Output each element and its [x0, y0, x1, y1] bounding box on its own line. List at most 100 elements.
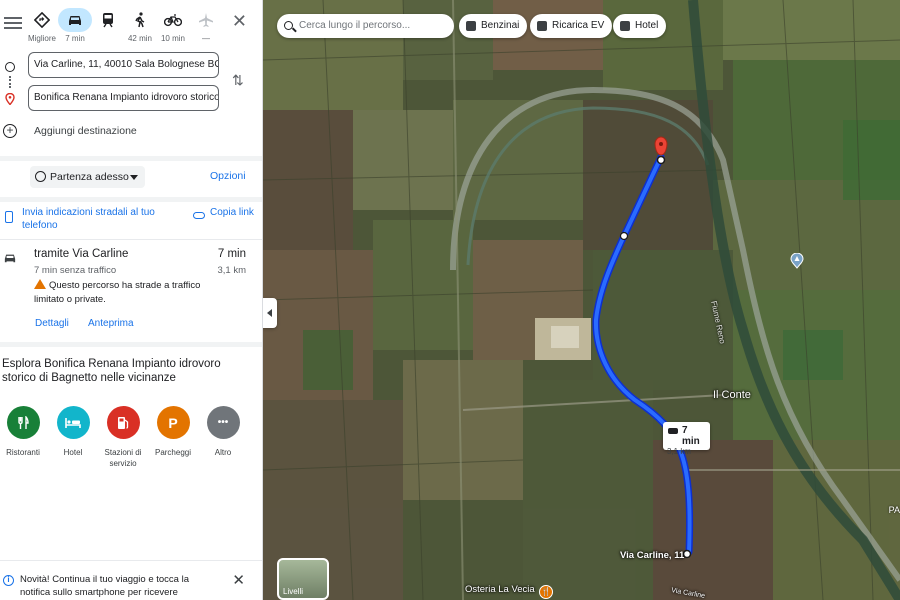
route-dots-icon	[9, 76, 11, 88]
category-gas[interactable]: Stazioni di servizio	[98, 406, 148, 469]
category-parking[interactable]: P Parcheggi	[148, 406, 198, 458]
link-icon	[193, 212, 205, 219]
info-icon: i	[3, 575, 14, 586]
destination-pin-icon	[5, 92, 15, 106]
car-icon	[3, 251, 17, 269]
preview-link[interactable]: Anteprima	[88, 318, 134, 329]
chip-gas[interactable]: Benzinai	[459, 14, 528, 38]
notification-text: Novità! Continua il tuo viaggio e tocca …	[20, 574, 189, 598]
category-label: Ristoranti	[6, 448, 40, 457]
ev-charging-icon	[537, 21, 547, 31]
mode-flight[interactable]: —	[189, 8, 223, 48]
category-more[interactable]: ••• Altro	[198, 406, 248, 458]
add-destination-button[interactable]: + Aggiungi destinazione	[3, 124, 243, 140]
depart-label: Partenza adesso	[50, 171, 129, 183]
place-label-il-conte: Il Conte	[713, 389, 751, 401]
travel-mode-bar: Migliore 7 min 42 min 10 min — ✕	[0, 8, 262, 50]
restaurant-poi-icon[interactable]: 🍴	[539, 585, 553, 599]
chip-label: Ricarica EV	[552, 20, 605, 31]
flight-icon	[191, 8, 221, 32]
category-hotel[interactable]: Hotel	[48, 406, 98, 458]
divider	[0, 239, 262, 240]
details-link[interactable]: Dettagli	[35, 318, 69, 329]
map-view[interactable]: Cerca lungo il percorso... Benzinai Rica…	[263, 0, 900, 600]
route-option[interactable]: tramite Via Carline 7 min 7 min senza tr…	[0, 247, 262, 337]
diamond-route-icon	[27, 8, 57, 32]
send-to-phone-link[interactable]: Invia indicazioni stradali al tuo telefo…	[22, 206, 172, 232]
bubble-time: 7 min	[667, 425, 706, 447]
mode-best[interactable]: Migliore	[25, 8, 59, 48]
menu-icon[interactable]	[4, 14, 22, 32]
route-time: 7 min	[217, 248, 246, 260]
gas-station-icon	[466, 21, 476, 31]
hotel-icon	[620, 21, 630, 31]
mode-transit[interactable]	[91, 8, 125, 48]
restaurant-icon	[6, 406, 40, 439]
route-distance: 3,1 km	[217, 265, 246, 276]
search-along-route-input[interactable]: Cerca lungo il percorso...	[277, 14, 454, 38]
mode-bike[interactable]: 10 min	[156, 8, 190, 48]
mode-walk[interactable]: 42 min	[123, 8, 157, 48]
mode-label: 42 min	[127, 34, 152, 43]
mode-label: —	[202, 34, 210, 43]
swap-icon[interactable]: ⇅	[232, 72, 244, 89]
bike-icon	[158, 8, 188, 32]
location-pin-icon[interactable]	[790, 252, 804, 269]
train-icon	[93, 8, 123, 32]
chip-label: Hotel	[635, 20, 659, 31]
depart-now-dropdown[interactable]: Partenza adesso	[30, 166, 145, 188]
route-traffic: 7 min senza traffico	[34, 265, 117, 276]
category-label: Hotel	[63, 448, 83, 457]
add-destination-label: Aggiungi destinazione	[34, 125, 137, 137]
origin-dot-icon	[5, 62, 15, 72]
walk-icon	[125, 8, 155, 32]
gas-station-icon	[106, 406, 140, 439]
category-label: Stazioni di servizio	[104, 448, 142, 468]
copy-link-button[interactable]: Copia link	[210, 206, 255, 219]
edge-label: PA	[888, 505, 900, 515]
chip-hotel[interactable]: Hotel	[613, 14, 667, 38]
mode-label: Migliore	[27, 34, 56, 43]
mode-label: 7 min	[65, 34, 85, 43]
route-warning: Questo percorso ha strade a traffico lim…	[34, 279, 224, 307]
divider	[0, 342, 262, 347]
category-label: Altro	[214, 448, 232, 457]
bubble-distance: 3,1 km	[667, 447, 692, 456]
nearby-categories: Ristoranti Hotel Stazioni di servizio P …	[0, 406, 262, 476]
mode-car[interactable]: 7 min	[58, 8, 92, 48]
clock-icon	[35, 171, 46, 182]
close-icon[interactable]: ✕	[232, 12, 247, 30]
share-row: Invia indicazioni stradali al tuo telefo…	[0, 206, 262, 236]
origin-field[interactable]: Via Carline, 11, 40010 Sala Bolognese BO	[28, 52, 219, 78]
divider	[0, 156, 262, 161]
parking-icon: P	[156, 406, 190, 439]
destination-field[interactable]: Bonifica Renana Impianto idrovoro storic…	[28, 85, 219, 111]
directions-panel: Migliore 7 min 42 min 10 min — ✕ Via Car…	[0, 0, 263, 600]
origin-label: Via Carline, 11	[620, 550, 685, 561]
search-placeholder: Cerca lungo il percorso...	[299, 20, 411, 31]
search-icon	[284, 21, 293, 30]
more-icon: •••	[206, 406, 240, 439]
phone-icon	[5, 211, 13, 223]
route-time-bubble[interactable]: 7 min 3,1 km	[663, 422, 710, 456]
layers-label: Livelli	[283, 587, 304, 596]
route-waypoint	[619, 231, 629, 241]
hotel-icon	[56, 406, 90, 439]
category-restaurants[interactable]: Ristoranti	[0, 406, 48, 458]
category-label: Parcheggi	[154, 448, 192, 457]
layers-button[interactable]: Livelli	[277, 558, 329, 600]
origin-marker	[682, 549, 692, 559]
collapse-panel-button[interactable]	[263, 298, 277, 328]
options-link[interactable]: Opzioni	[210, 170, 246, 182]
satellite-imagery	[263, 0, 900, 600]
plus-icon: +	[3, 124, 17, 138]
chip-ev-charging[interactable]: Ricarica EV	[530, 14, 613, 38]
route-via: tramite Via Carline	[34, 248, 129, 260]
warning-icon	[34, 279, 46, 289]
notification-banner: i Novità! Continua il tuo viaggio e tocc…	[0, 560, 262, 600]
explore-heading: Esplora Bonifica Renana Impianto idrovor…	[2, 358, 221, 384]
mode-label: 10 min	[160, 34, 185, 43]
close-notification-icon[interactable]: ✕	[232, 571, 245, 589]
car-icon	[58, 8, 92, 32]
poi-label-osteria: Osteria La Vecia	[465, 584, 535, 595]
